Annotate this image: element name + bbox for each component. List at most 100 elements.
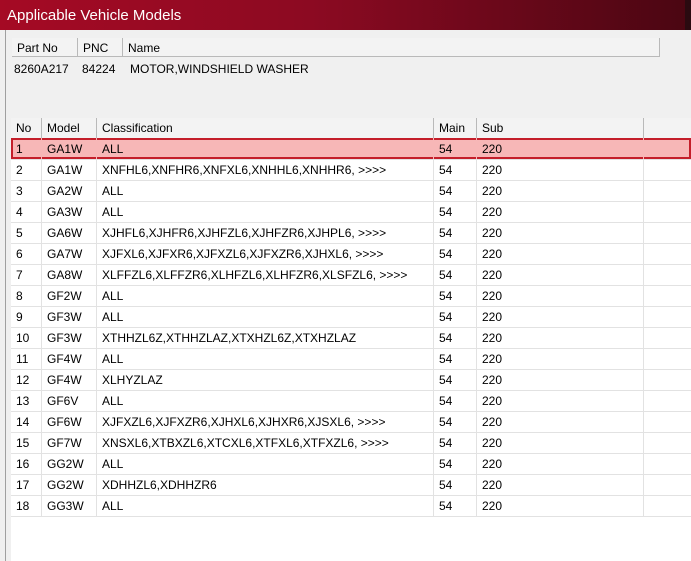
cell-classification: XLFFZL6,XLFFZR6,XLHFZL6,XLHFZR6,XLSFZL6,… bbox=[97, 264, 434, 285]
cell-main: 54 bbox=[434, 222, 477, 243]
cell-main: 54 bbox=[434, 348, 477, 369]
cell-model: GF6W bbox=[42, 411, 97, 432]
part-no-value: 8260A217 bbox=[14, 62, 69, 76]
cell-main: 54 bbox=[434, 180, 477, 201]
cell-filler bbox=[644, 138, 691, 159]
table-row[interactable]: 5 GA6W XJHFL6,XJHFR6,XJHFZL6,XJHFZR6,XJHPL… bbox=[11, 222, 691, 244]
cell-sub: 220 bbox=[477, 180, 644, 201]
table-row[interactable]: 11 GF4W ALL 54 220 bbox=[11, 348, 691, 370]
table-row[interactable]: 6 GA7W XJFXL6,XJFXR6,XJFXZL6,XJFXZR6,XJHXL… bbox=[11, 243, 691, 265]
cell-model: GA6W bbox=[42, 222, 97, 243]
cell-classification: ALL bbox=[97, 495, 434, 516]
header-part-no[interactable]: Part No bbox=[12, 38, 78, 57]
cell-no: 14 bbox=[11, 411, 42, 432]
cell-main: 54 bbox=[434, 411, 477, 432]
cell-sub: 220 bbox=[477, 138, 644, 159]
header-pnc[interactable]: PNC bbox=[78, 38, 123, 57]
cell-main: 54 bbox=[434, 327, 477, 348]
table-row[interactable]: 17 GG2W XDHHZL6,XDHHZR6 54 220 bbox=[11, 474, 691, 496]
cell-no: 13 bbox=[11, 390, 42, 411]
cell-sub: 220 bbox=[477, 201, 644, 222]
table-row[interactable]: 4 GA3W ALL 54 220 bbox=[11, 201, 691, 223]
table-row[interactable]: 10 GF3W XTHHZL6Z,XTHHZLAZ,XTXHZL6Z,XTXHZLA… bbox=[11, 327, 691, 349]
cell-sub: 220 bbox=[477, 495, 644, 516]
table-row[interactable]: 12 GF4W XLHYZLAZ 54 220 bbox=[11, 369, 691, 391]
cell-classification: ALL bbox=[97, 201, 434, 222]
cell-no: 16 bbox=[11, 453, 42, 474]
cell-sub: 220 bbox=[477, 432, 644, 453]
table-row[interactable]: 13 GF6V ALL 54 220 bbox=[11, 390, 691, 412]
cell-filler bbox=[644, 285, 691, 306]
cell-no: 18 bbox=[11, 495, 42, 516]
cell-main: 54 bbox=[434, 201, 477, 222]
cell-classification: XJFXZL6,XJFXZR6,XJHXL6,XJHXR6,XJSXL6, >>… bbox=[97, 411, 434, 432]
cell-classification: XLHYZLAZ bbox=[97, 369, 434, 390]
cell-no: 6 bbox=[11, 243, 42, 264]
table-row[interactable]: 2 GA1W XNFHL6,XNFHR6,XNFXL6,XNHHL6,XNHHR6,… bbox=[11, 159, 691, 181]
header-name[interactable]: Name bbox=[123, 38, 660, 57]
cell-no: 1 bbox=[11, 138, 42, 159]
cell-model: GF4W bbox=[42, 369, 97, 390]
table-row[interactable]: 8 GF2W ALL 54 220 bbox=[11, 285, 691, 307]
cell-filler bbox=[644, 411, 691, 432]
cell-classification: XDHHZL6,XDHHZR6 bbox=[97, 474, 434, 495]
cell-classification: ALL bbox=[97, 180, 434, 201]
cell-filler bbox=[644, 201, 691, 222]
cell-classification: XTHHZL6Z,XTHHZLAZ,XTXHZL6Z,XTXHZLAZ bbox=[97, 327, 434, 348]
cell-main: 54 bbox=[434, 285, 477, 306]
window-title-bar: Applicable Vehicle Models bbox=[0, 0, 691, 30]
cell-main: 54 bbox=[434, 159, 477, 180]
cell-filler bbox=[644, 243, 691, 264]
cell-model: GA3W bbox=[42, 201, 97, 222]
cell-filler bbox=[644, 264, 691, 285]
cell-filler bbox=[644, 369, 691, 390]
cell-no: 5 bbox=[11, 222, 42, 243]
cell-model: GG2W bbox=[42, 453, 97, 474]
cell-no: 3 bbox=[11, 180, 42, 201]
table-row[interactable]: 9 GF3W ALL 54 220 bbox=[11, 306, 691, 328]
cell-model: GG3W bbox=[42, 495, 97, 516]
cell-sub: 220 bbox=[477, 159, 644, 180]
cell-no: 2 bbox=[11, 159, 42, 180]
cell-main: 54 bbox=[434, 243, 477, 264]
part-name-value: MOTOR,WINDSHIELD WASHER bbox=[130, 62, 309, 76]
cell-filler bbox=[644, 453, 691, 474]
cell-model: GF6V bbox=[42, 390, 97, 411]
cell-model: GA1W bbox=[42, 159, 97, 180]
cell-filler bbox=[644, 474, 691, 495]
cell-model: GF3W bbox=[42, 327, 97, 348]
table-row[interactable]: 15 GF7W XNSXL6,XTBXZL6,XTCXL6,XTFXL6,XTFXZ… bbox=[11, 432, 691, 454]
table-row[interactable]: 14 GF6W XJFXZL6,XJFXZR6,XJHXL6,XJHXR6,XJSX… bbox=[11, 411, 691, 433]
table-row[interactable]: 18 GG3W ALL 54 220 bbox=[11, 495, 691, 517]
column-header-sub[interactable]: Sub bbox=[477, 118, 644, 138]
cell-no: 4 bbox=[11, 201, 42, 222]
cell-filler bbox=[644, 159, 691, 180]
cell-model: GA2W bbox=[42, 180, 97, 201]
column-header-classification[interactable]: Classification bbox=[97, 118, 434, 138]
column-header-filler bbox=[644, 118, 691, 138]
cell-sub: 220 bbox=[477, 453, 644, 474]
table-row[interactable]: 7 GA8W XLFFZL6,XLFFZR6,XLHFZL6,XLHFZR6,XLS… bbox=[11, 264, 691, 286]
cell-main: 54 bbox=[434, 495, 477, 516]
cell-filler bbox=[644, 348, 691, 369]
table-row[interactable]: 1 GA1W ALL 54 220 bbox=[11, 138, 691, 160]
cell-main: 54 bbox=[434, 369, 477, 390]
models-table[interactable]: No Model Classification Main Sub 1 GA1W AL… bbox=[11, 118, 691, 561]
cell-sub: 220 bbox=[477, 411, 644, 432]
column-header-no[interactable]: No bbox=[11, 118, 42, 138]
cell-classification: ALL bbox=[97, 285, 434, 306]
table-row[interactable]: 3 GA2W ALL 54 220 bbox=[11, 180, 691, 202]
cell-classification: ALL bbox=[97, 390, 434, 411]
cell-no: 7 bbox=[11, 264, 42, 285]
column-header-main[interactable]: Main bbox=[434, 118, 477, 138]
table-row[interactable]: 16 GG2W ALL 54 220 bbox=[11, 453, 691, 475]
cell-main: 54 bbox=[434, 432, 477, 453]
cell-no: 11 bbox=[11, 348, 42, 369]
cell-model: GF3W bbox=[42, 306, 97, 327]
cell-no: 17 bbox=[11, 474, 42, 495]
cell-main: 54 bbox=[434, 306, 477, 327]
column-header-model[interactable]: Model bbox=[42, 118, 97, 138]
cell-main: 54 bbox=[434, 138, 477, 159]
cell-model: GF4W bbox=[42, 348, 97, 369]
cell-filler bbox=[644, 390, 691, 411]
